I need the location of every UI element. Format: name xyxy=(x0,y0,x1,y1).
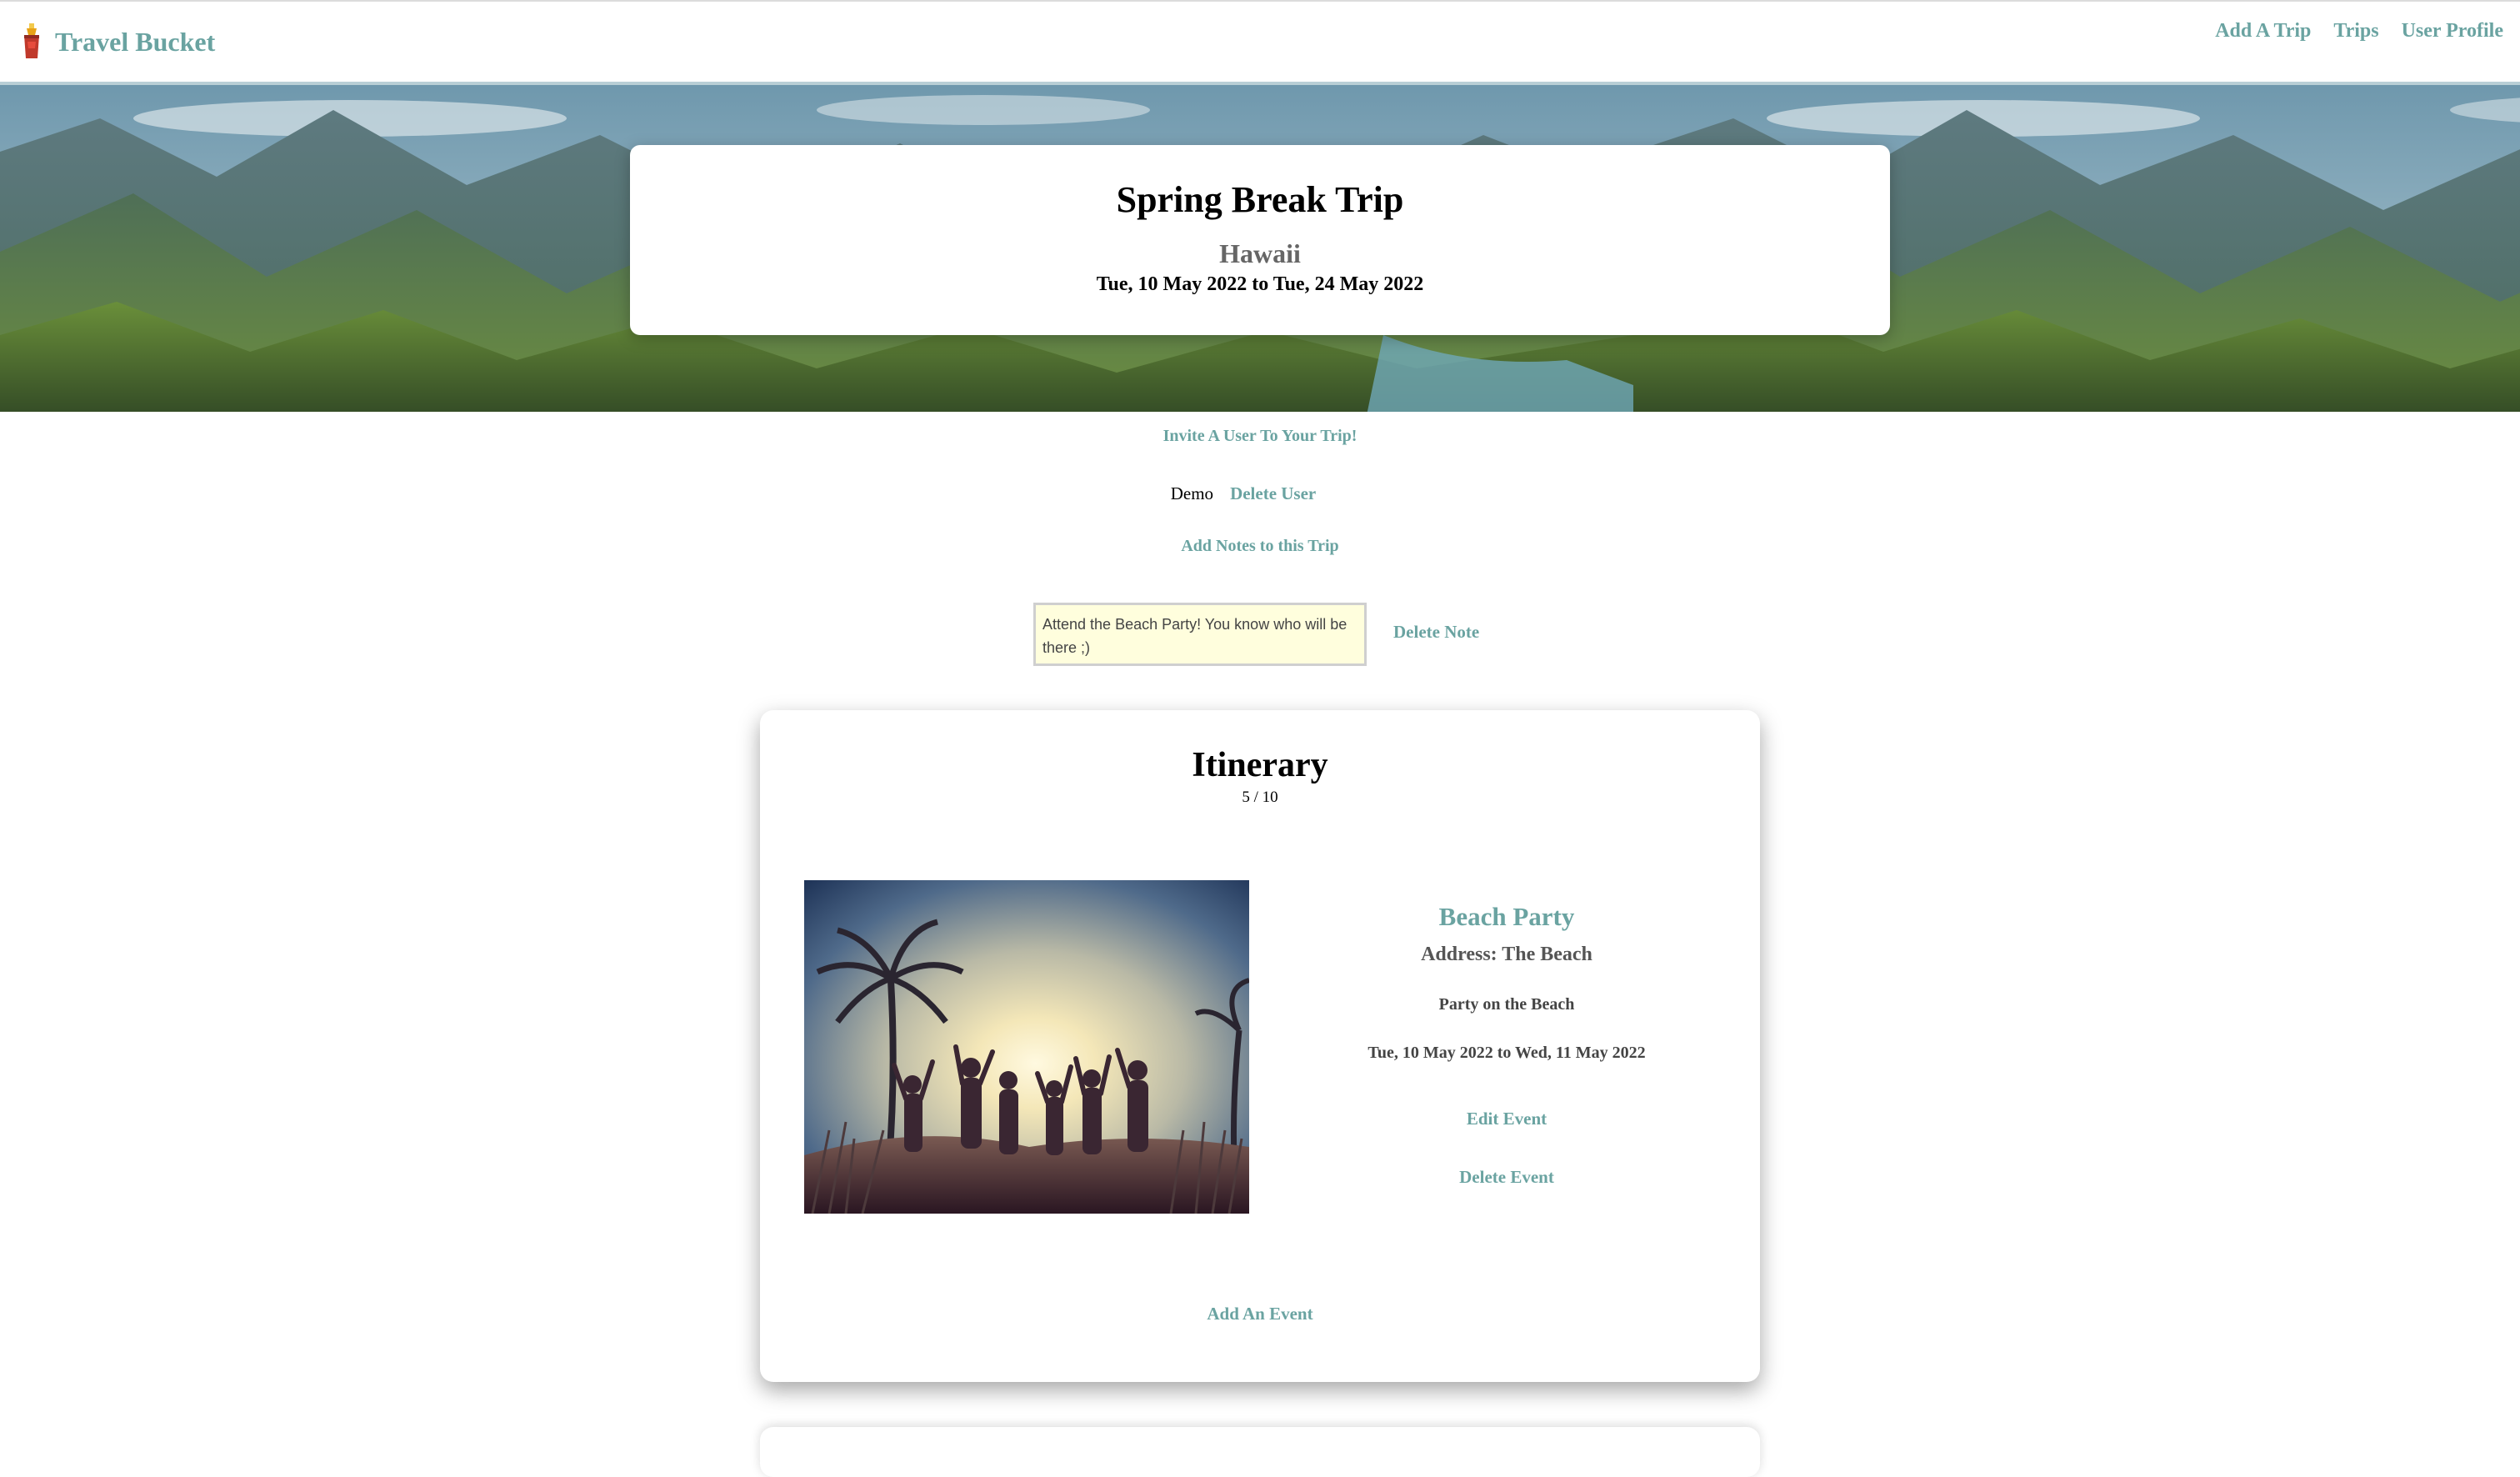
nav-add-trip[interactable]: Add A Trip xyxy=(2215,20,2311,43)
event-name-link[interactable]: Beach Party xyxy=(1293,902,1720,932)
event-address: Address: The Beach xyxy=(1421,944,1592,965)
trip-header-card: Spring Break Trip Hawaii Tue, 10 May 202… xyxy=(630,145,1890,335)
trip-member-row: Demo Delete User xyxy=(0,483,2520,504)
app-name: Travel Bucket xyxy=(55,26,216,57)
invite-user-link[interactable]: Invite A User To Your Trip! xyxy=(0,427,2520,446)
member-name: Demo xyxy=(1170,483,1214,503)
edit-event-button[interactable]: Edit Event xyxy=(1293,1109,1720,1129)
bucket-icon xyxy=(24,23,39,58)
delete-user-button[interactable]: Delete User xyxy=(1230,483,1316,504)
event-description: Party on the Beach xyxy=(1438,995,1575,1014)
event-image xyxy=(804,880,1249,1214)
itinerary-card: Itinerary 5 / 10 Beach Party Address: Th… xyxy=(760,710,1760,1382)
next-card xyxy=(760,1427,1760,1477)
beach-party-photo xyxy=(804,880,1249,1214)
delete-event-button[interactable]: Delete Event xyxy=(1293,1167,1720,1188)
trip-title: Spring Break Trip xyxy=(1116,179,1404,220)
nav-links: Add A Trip Trips User Profile xyxy=(2215,20,2503,43)
add-notes-link[interactable]: Add Notes to this Trip xyxy=(0,537,2520,556)
trip-location: Hawaii xyxy=(1219,238,1301,268)
logo[interactable]: Travel Bucket xyxy=(22,23,215,60)
navbar: Travel Bucket Add A Trip Trips User Prof… xyxy=(0,0,2520,82)
trip-dates: Tue, 10 May 2022 to Tue, 24 May 2022 xyxy=(1096,273,1424,295)
add-event-button[interactable]: Add An Event xyxy=(760,1304,1760,1324)
nav-trips[interactable]: Trips xyxy=(2333,20,2378,43)
trip-note: Attend the Beach Party! You know who wil… xyxy=(1033,603,1367,666)
itinerary-count: 5 / 10 xyxy=(1242,789,1278,806)
itinerary-title: Itinerary xyxy=(1192,746,1328,784)
nav-user-profile[interactable]: User Profile xyxy=(2402,20,2503,43)
event-dates: Tue, 10 May 2022 to Wed, 11 May 2022 xyxy=(1368,1044,1646,1062)
delete-note-button[interactable]: Delete Note xyxy=(1393,622,1479,643)
